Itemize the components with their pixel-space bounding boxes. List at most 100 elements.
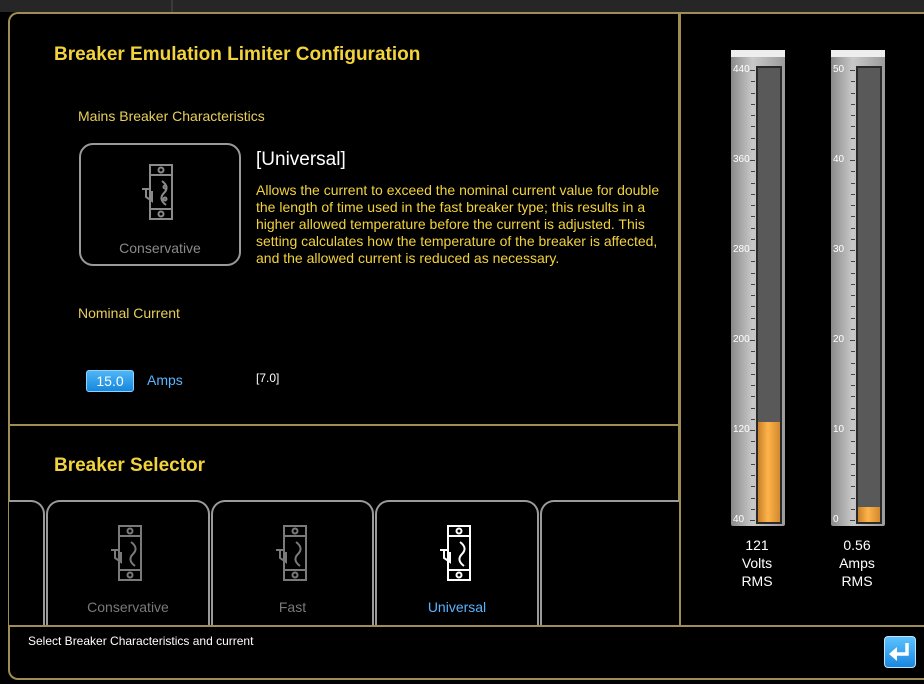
amps-tick-mark [851, 227, 855, 229]
volts-tick-mark [751, 182, 755, 184]
amps-tick-mark [851, 497, 855, 499]
volts-tick-mark [751, 373, 755, 375]
volts-tick-mark [750, 70, 755, 71]
amps-tick-label: 10 [833, 424, 845, 435]
mains-breaker-label: Mains Breaker Characteristics [78, 108, 265, 124]
top-strip-tick [171, 0, 173, 12]
tab-universal[interactable]: Universal [375, 500, 539, 625]
nominal-current-unit: Amps [147, 372, 183, 388]
amps-meter-scale: 50 40 30 20 10 0 [831, 50, 856, 526]
volts-tick-mark [751, 497, 755, 499]
amps-tick-label: 0 [833, 514, 839, 525]
enter-button[interactable] [884, 636, 916, 668]
volts-tick-mark [751, 137, 755, 139]
volts-tick-mark [751, 362, 755, 364]
amps-tick-mark [851, 475, 855, 476]
volts-tick-mark [751, 452, 755, 454]
volts-tick-mark [751, 171, 755, 173]
volts-tick-mark [751, 261, 755, 263]
volts-tick-mark [751, 227, 755, 229]
amps-tick-mark [851, 171, 855, 173]
amps-tick-mark [851, 407, 855, 409]
volts-tick-mark [750, 340, 755, 341]
range-hint: [7.0] [256, 371, 280, 385]
amps-readout: 0.56 Amps RMS [822, 536, 892, 590]
breaker-icon [275, 525, 307, 581]
amps-tick-mark [851, 396, 855, 398]
tab-stub-left [9, 500, 45, 625]
volts-tick-mark [750, 250, 755, 251]
section-divider [9, 424, 679, 426]
amps-tick-mark [851, 216, 855, 218]
volts-tick-mark [750, 160, 755, 161]
description-heading: [Universal] [256, 149, 346, 170]
screen: Breaker Emulation Limiter Configuration … [0, 0, 924, 684]
volts-tick-mark [751, 216, 755, 218]
volts-value: 121 [745, 537, 769, 553]
volts-tick-mark [751, 103, 755, 105]
amps-tick-label: 50 [833, 64, 845, 75]
amps-tick-mark [851, 81, 855, 83]
tab-conservative[interactable]: Conservative [46, 500, 210, 625]
amps-meter-fill [858, 507, 880, 522]
amps-tick-mark [851, 486, 855, 488]
amps-tick-mark [851, 317, 855, 319]
amps-tick-label: 20 [833, 334, 845, 345]
amps-tick-mark [851, 295, 855, 296]
amps-tick-mark [851, 103, 855, 105]
amps-value: 0.56 [843, 537, 871, 553]
volts-tick-label: 40 [733, 514, 745, 525]
volts-tick-label: 280 [733, 244, 750, 255]
amps-tick-mark [851, 272, 855, 274]
amps-meter: 50 40 30 20 10 0 [831, 50, 885, 526]
volts-meter: 440 360 280 200 120 40 [731, 50, 785, 526]
volts-tick-mark [750, 520, 755, 521]
breaker-selector-tabs: Conservative Fast Universal [9, 500, 679, 625]
amps-tick-mark [851, 306, 855, 308]
volts-tick-mark [751, 463, 755, 465]
status-divider [9, 625, 924, 627]
volts-tick-mark [751, 283, 755, 285]
amps-meter-track [856, 66, 882, 524]
amps-tick-mark [851, 508, 855, 510]
current-breaker-display[interactable]: Conservative [79, 143, 241, 266]
volts-tick-mark [751, 396, 755, 398]
amps-tick-label: 40 [833, 154, 845, 165]
volts-tick-mark [751, 475, 755, 476]
tab-fast-label: Fast [278, 599, 307, 615]
volts-unit: Volts [741, 555, 773, 571]
amps-tick-mark [851, 385, 855, 386]
volts-tick-mark [750, 430, 755, 431]
volts-tick-mark [751, 385, 755, 386]
tab-empty [540, 500, 679, 625]
enter-arrow-icon [889, 643, 909, 661]
page-title: Breaker Emulation Limiter Configuration [54, 44, 421, 65]
volts-meter-fill [758, 421, 780, 522]
amps-tick-mark [851, 283, 855, 285]
tab-conservative-label: Conservative [87, 599, 169, 615]
amps-tick-mark [851, 351, 855, 353]
current-breaker-caption: Conservative [119, 240, 201, 256]
amps-tick-mark [850, 160, 855, 161]
amps-tick-mark [851, 463, 855, 465]
amps-tick-mark [850, 430, 855, 431]
amps-tick-mark [851, 193, 855, 195]
description-text: Allows the current to exceed the nominal… [256, 182, 660, 266]
volts-tick-mark [751, 148, 755, 150]
tab-fast[interactable]: Fast [211, 500, 374, 625]
volts-tick-mark [751, 486, 755, 488]
volts-tick-mark [751, 328, 755, 330]
nominal-current-label: Nominal Current [78, 305, 180, 321]
amps-tick-mark [851, 418, 855, 420]
amps-tick-mark [851, 362, 855, 364]
amps-tick-mark [850, 250, 855, 251]
nominal-current-input[interactable]: 15.0 [86, 370, 134, 392]
volts-tick-mark [751, 272, 755, 274]
top-strip [0, 0, 924, 12]
volts-tick-label: 360 [733, 154, 750, 165]
amps-tick-mark [851, 261, 855, 263]
volts-tick-label: 200 [733, 334, 750, 345]
amps-tick-mark [851, 92, 855, 94]
volts-tick-mark [751, 418, 755, 420]
amps-tick-mark [851, 148, 855, 150]
